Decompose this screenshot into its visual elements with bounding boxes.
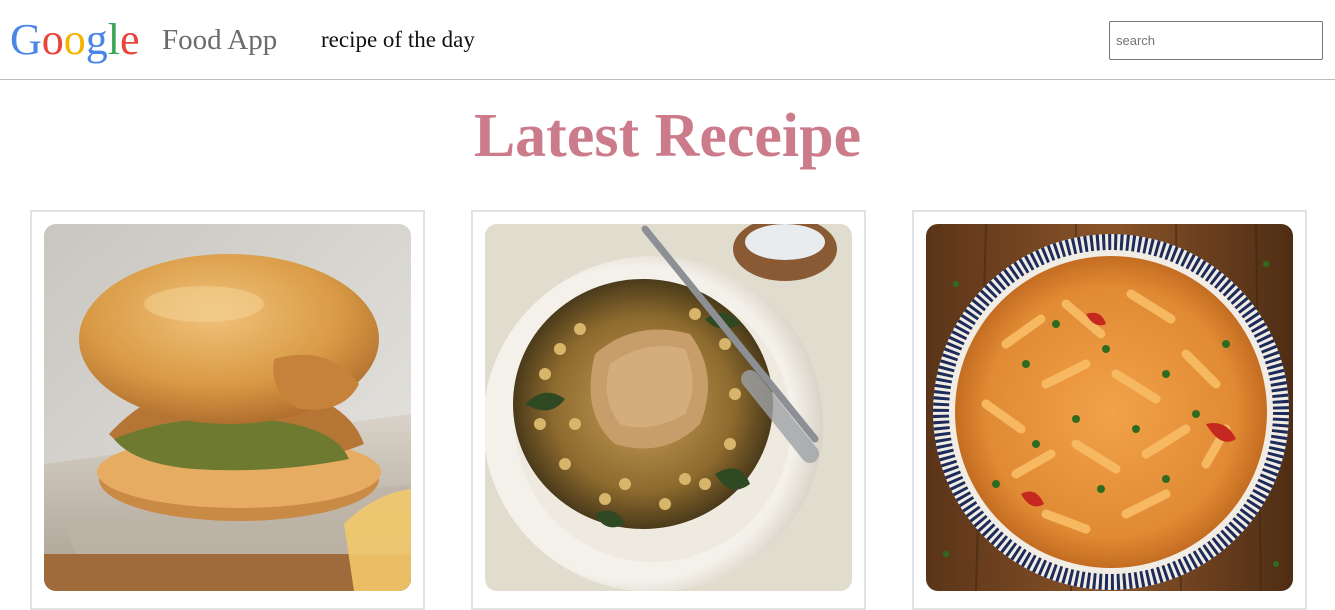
logo-letter-g2: g bbox=[85, 15, 108, 64]
chicken-couscous-photo bbox=[485, 224, 852, 591]
page-title: Latest Receipe bbox=[473, 102, 862, 170]
search-input[interactable] bbox=[1109, 21, 1323, 60]
logo-letter-l: l bbox=[107, 15, 121, 64]
recipe-card-2[interactable] bbox=[471, 210, 866, 610]
recipe-card-3[interactable] bbox=[912, 210, 1307, 610]
google-logo[interactable]: Google bbox=[10, 14, 140, 66]
top-navigation-bar: Google Food App recipe of the day bbox=[0, 0, 1335, 80]
logo-letter-o1: o bbox=[41, 15, 64, 64]
app-name: Food App bbox=[162, 24, 278, 56]
recipe-card-1[interactable] bbox=[30, 210, 425, 610]
logo-letter-e: e bbox=[120, 15, 140, 64]
recipe-image-sandwich[interactable] bbox=[44, 224, 411, 591]
logo-letter-g1: G bbox=[10, 15, 42, 64]
recipe-image-pasta[interactable] bbox=[926, 224, 1293, 591]
recipe-image-chicken-couscous[interactable] bbox=[485, 224, 852, 591]
pasta-photo bbox=[926, 224, 1293, 591]
recipe-of-the-day-link[interactable]: recipe of the day bbox=[321, 25, 475, 55]
logo-letter-o2: o bbox=[63, 15, 86, 64]
sandwich-photo bbox=[44, 224, 411, 591]
